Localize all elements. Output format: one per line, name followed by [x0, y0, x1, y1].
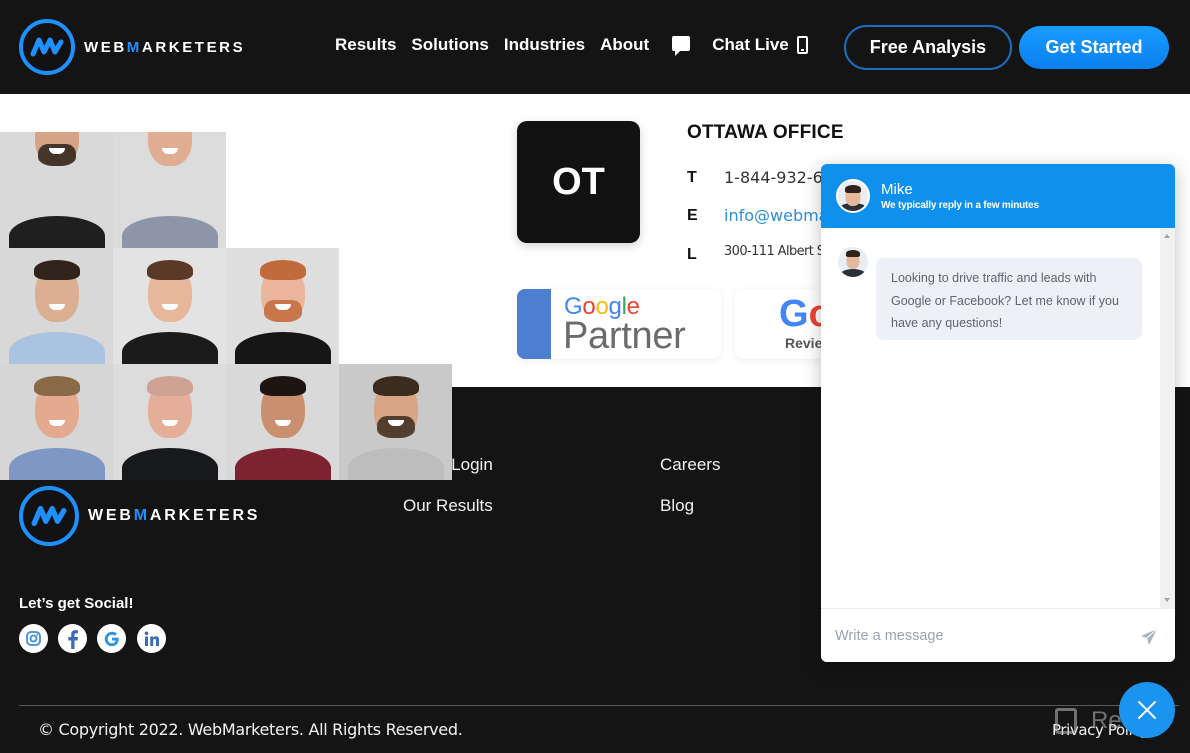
team-member-photo	[339, 364, 452, 480]
chat-message-input[interactable]	[835, 621, 1125, 651]
team-photo-grid	[0, 132, 452, 481]
chat-scrollbar[interactable]	[1160, 228, 1175, 608]
message-bubble: Looking to drive traffic and leads with …	[876, 258, 1142, 340]
nav-industries[interactable]: Industries	[504, 35, 585, 55]
google-link[interactable]	[97, 624, 126, 653]
footer-link-careers[interactable]: Careers	[660, 455, 720, 475]
team-member-photo	[0, 248, 113, 364]
chat-messages: Looking to drive traffic and leads with …	[821, 228, 1175, 608]
send-icon[interactable]	[1140, 628, 1158, 646]
nav-chat-live[interactable]: Chat Live	[712, 35, 789, 55]
reviews-label: Revie	[785, 335, 823, 351]
team-member-photo	[113, 364, 226, 480]
office-phone-link[interactable]: 1-844-932-66	[724, 168, 833, 187]
footer-logo-wordmark: WEBMARKETERS	[88, 507, 261, 524]
chat-header: Mike We typically reply in a few minutes	[821, 164, 1175, 228]
location-key: L	[687, 246, 697, 263]
agent-avatar	[836, 179, 870, 213]
header-logo[interactable]: WEBMARKETERS	[19, 19, 245, 75]
main-nav: Results Solutions Industries About Chat …	[335, 35, 808, 56]
nav-solutions[interactable]: Solutions	[411, 35, 488, 55]
social-title: Let’s get Social!	[19, 595, 134, 612]
footer-divider	[19, 705, 1179, 706]
phone-icon[interactable]	[796, 36, 808, 54]
site-header: WEBMARKETERS Results Solutions Industrie…	[0, 0, 1190, 94]
phone-key: T	[687, 168, 697, 186]
team-member-photo	[113, 248, 226, 364]
message-avatar	[838, 247, 868, 277]
team-member-photo	[113, 132, 226, 248]
facebook-link[interactable]	[58, 624, 87, 653]
team-member-photo	[226, 364, 339, 480]
google-partner-bar	[517, 289, 551, 359]
linkedin-link[interactable]	[137, 624, 166, 653]
office-title: OTTAWA OFFICE	[687, 122, 844, 143]
footer-logo[interactable]: WEBMARKETERS	[19, 486, 260, 546]
nav-results[interactable]: Results	[335, 35, 396, 55]
chat-widget: Mike We typically reply in a few minutes…	[821, 164, 1175, 662]
office-badge: OT	[517, 121, 640, 243]
footer-link-our-results[interactable]: Our Results	[403, 496, 493, 516]
team-member-photo	[0, 364, 113, 480]
google-icon	[104, 631, 119, 646]
email-key: E	[687, 206, 698, 224]
free-analysis-button[interactable]: Free Analysis	[844, 25, 1012, 70]
google-partner-badge: Google Partner	[517, 289, 721, 359]
instagram-icon	[26, 631, 41, 646]
team-member-photo	[0, 132, 113, 248]
webmarketers-logo-icon	[19, 19, 75, 75]
office-email-row: E info@webma	[687, 206, 828, 225]
webmarketers-logo-icon	[19, 486, 79, 546]
chat-close-launcher[interactable]	[1119, 682, 1175, 738]
office-email-link[interactable]: info@webma	[724, 206, 828, 225]
team-member-photo	[226, 248, 339, 364]
instagram-link[interactable]	[19, 624, 48, 653]
chat-composer	[821, 608, 1175, 662]
office-location-row: L 300-111 Albert S	[687, 242, 825, 264]
agent-status: We typically reply in a few minutes	[881, 200, 1039, 211]
copyright-text: © Copyright 2022. WebMarketers. All Righ…	[38, 720, 463, 739]
logo-wordmark: WEBMARKETERS	[84, 38, 246, 56]
scroll-down-arrow-icon[interactable]	[1164, 598, 1170, 602]
office-address: 300-111 Albert S	[724, 243, 825, 259]
chat-bubble-icon[interactable]	[672, 35, 691, 56]
partner-label: Partner	[563, 315, 686, 357]
page: OT OTTAWA OFFICE T 1-844-932-66 E info@w…	[0, 0, 1190, 753]
office-phone-row: T 1-844-932-66	[687, 168, 833, 187]
footer-link-blog[interactable]: Blog	[660, 496, 694, 516]
close-icon	[1138, 701, 1156, 719]
scroll-up-arrow-icon[interactable]	[1164, 234, 1170, 238]
facebook-icon	[67, 629, 78, 649]
nav-about[interactable]: About	[600, 35, 649, 55]
agent-name: Mike	[881, 181, 913, 198]
get-started-button[interactable]: Get Started	[1019, 26, 1169, 69]
linkedin-icon	[144, 631, 159, 646]
